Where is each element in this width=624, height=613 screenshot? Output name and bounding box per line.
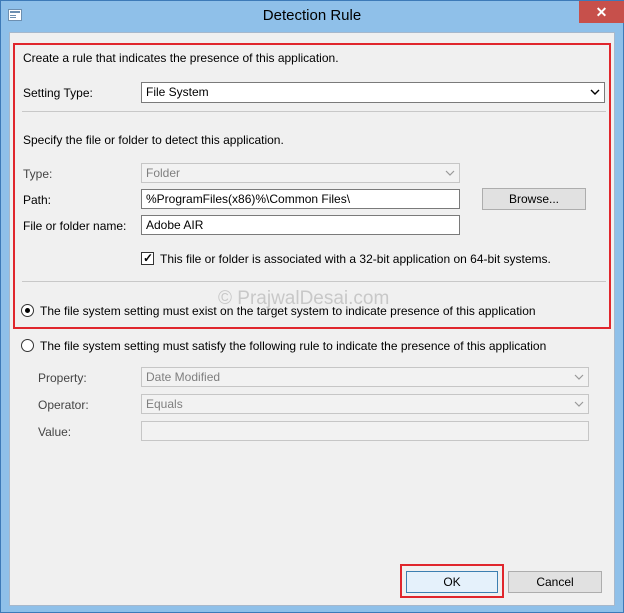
file-name-input[interactable]: Adobe AIR bbox=[141, 215, 460, 235]
exist-radio-label: The file system setting must exist on th… bbox=[40, 304, 536, 318]
operator-label: Operator: bbox=[38, 398, 89, 412]
chevron-down-icon bbox=[590, 89, 600, 95]
type-label: Type: bbox=[23, 167, 53, 181]
path-label: Path: bbox=[23, 193, 52, 207]
setting-type-value: File System bbox=[146, 85, 209, 99]
type-value: Folder bbox=[146, 166, 181, 180]
rule-radio-label: The file system setting must satisfy the… bbox=[40, 339, 547, 353]
setting-type-label: Setting Type: bbox=[23, 86, 93, 100]
dialog-body: Create a rule that indicates the presenc… bbox=[9, 32, 615, 606]
path-input[interactable]: %ProgramFiles(x86)%\Common Files\ bbox=[141, 189, 460, 209]
value-input[interactable] bbox=[141, 421, 589, 441]
operator-dropdown[interactable]: Equals bbox=[141, 394, 589, 414]
ok-button[interactable]: OK bbox=[406, 571, 498, 593]
operator-value: Equals bbox=[146, 397, 183, 411]
setting-type-dropdown[interactable]: File System bbox=[141, 82, 605, 103]
close-button[interactable]: ✕ bbox=[579, 1, 624, 23]
type-dropdown[interactable]: Folder bbox=[141, 163, 460, 183]
browse-button[interactable]: Browse... bbox=[482, 188, 586, 210]
chevron-down-icon bbox=[574, 401, 584, 407]
dialog-window: Detection Rule ✕ Create a rule that indi… bbox=[0, 0, 624, 613]
file-instruction: Specify the file or folder to detect thi… bbox=[23, 133, 284, 147]
property-value: Date Modified bbox=[146, 370, 221, 384]
section-divider bbox=[22, 281, 606, 282]
bit32-checkbox[interactable]: ✓ bbox=[141, 251, 154, 265]
title-bar: Detection Rule ✕ bbox=[1, 1, 624, 33]
bit32-label: This file or folder is associated with a… bbox=[160, 252, 551, 266]
exist-radio[interactable] bbox=[21, 304, 34, 317]
cancel-button[interactable]: Cancel bbox=[508, 571, 602, 593]
property-label: Property: bbox=[38, 371, 87, 385]
window-title: Detection Rule bbox=[262, 7, 362, 24]
rule-radio[interactable] bbox=[21, 339, 34, 352]
property-dropdown[interactable]: Date Modified bbox=[141, 367, 589, 387]
intro-text: Create a rule that indicates the presenc… bbox=[23, 51, 339, 65]
checkmark-icon: ✓ bbox=[143, 251, 154, 265]
file-name-label: File or folder name: bbox=[23, 219, 127, 233]
value-label: Value: bbox=[38, 425, 72, 439]
chevron-down-icon bbox=[445, 170, 455, 176]
chevron-down-icon bbox=[574, 374, 584, 380]
section-divider bbox=[22, 111, 606, 112]
